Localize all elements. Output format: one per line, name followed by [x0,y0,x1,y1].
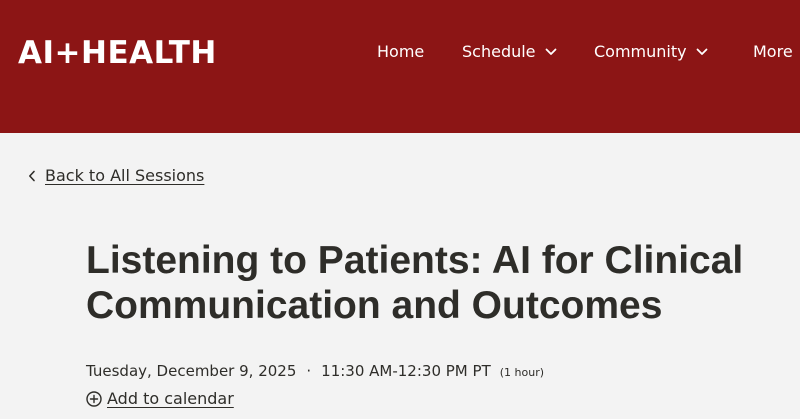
nav-home-label: Home [377,42,425,61]
nav-schedule-label: Schedule [462,42,536,61]
add-to-calendar-button[interactable]: Add to calendar [86,389,234,409]
back-to-sessions-link[interactable]: Back to All Sessions [28,166,204,186]
session-title: Listening to Patients: AI for Clinical C… [86,239,744,327]
chevron-down-icon [696,48,708,56]
session-duration: (1 hour) [499,366,545,379]
nav-community[interactable]: Community [594,42,708,62]
session-time: 11:30 AM-12:30 PM PT [321,362,491,380]
nav-schedule[interactable]: Schedule [462,42,557,62]
nav-more[interactable]: More [753,42,793,62]
session-meta: Tuesday, December 9, 2025 · 11:30 AM-12:… [86,361,544,383]
nav-home[interactable]: Home [377,42,424,62]
back-link-label: Back to All Sessions [45,166,205,185]
chevron-down-icon [545,48,557,56]
nav-community-label: Community [594,42,687,61]
add-to-calendar-label: Add to calendar [107,389,234,408]
session-date: Tuesday, December 9, 2025 [86,362,297,380]
nav-more-label: More [753,42,793,61]
plus-circle-icon [86,391,102,407]
site-header: AI+HEALTH Home Schedule Community More [0,0,800,133]
separator-dot: · [306,362,312,380]
site-logo[interactable]: AI+HEALTH [18,36,217,70]
chevron-left-icon [28,170,36,182]
